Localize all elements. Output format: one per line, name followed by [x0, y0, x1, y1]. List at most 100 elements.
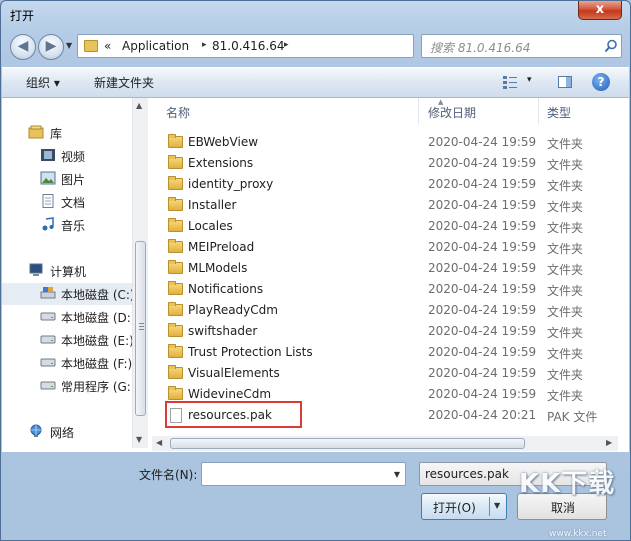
horizontal-scroll-thumb[interactable]	[170, 438, 525, 449]
chevron-down-icon[interactable]: ▼	[394, 470, 400, 479]
file-row[interactable]: MEIPreload 2020-04-24 19:59 文件夹	[151, 237, 629, 258]
nav-pictures[interactable]: 图片	[2, 168, 132, 190]
search-icon[interactable]	[604, 39, 618, 53]
folder-icon	[168, 239, 183, 253]
file-type: 文件夹	[547, 221, 584, 235]
file-row[interactable]: MLModels 2020-04-24 19:59 文件夹	[151, 258, 629, 279]
file-row[interactable]: EBWebView 2020-04-24 19:59 文件夹	[151, 132, 629, 153]
file-row[interactable]: VisualElements 2020-04-24 19:59 文件夹	[151, 363, 629, 384]
nav-label: 视频	[61, 150, 86, 164]
nav-library[interactable]: 库	[2, 122, 132, 144]
file-date: 2020-04-24 19:59	[428, 219, 537, 233]
file-date: 2020-04-24 19:59	[428, 387, 537, 401]
file-type: 文件夹	[547, 368, 584, 382]
column-divider[interactable]	[418, 98, 419, 124]
file-name: WidevineCdm	[188, 387, 272, 401]
file-name: Extensions	[188, 156, 254, 170]
breadcrumb-overflow[interactable]: «	[104, 39, 111, 53]
folder-icon	[168, 134, 183, 148]
preview-pane-icon[interactable]	[557, 74, 573, 90]
file-row[interactable]: Extensions 2020-04-24 19:59 文件夹	[151, 153, 629, 174]
file-date: 2020-04-24 19:59	[428, 240, 537, 254]
address-bar[interactable]: « Application ▸ 81.0.416.64 ▸ ▼ ⇄	[77, 34, 483, 58]
content-area: 库 视频 图片 文档 音乐 计算机 本地磁盘 (C:) 本地磁盘 (D:) 本地…	[2, 98, 629, 452]
file-row[interactable]: Locales 2020-04-24 19:59 文件夹	[151, 216, 629, 237]
nav-video[interactable]: 视频	[2, 145, 132, 167]
nav-label: 本地磁盘 (C:)	[61, 288, 135, 302]
scroll-down-icon[interactable]: ▼	[136, 435, 142, 444]
file-row[interactable]: PlayReadyCdm 2020-04-24 19:59 文件夹	[151, 300, 629, 321]
file-date: 2020-04-24 19:59	[428, 366, 537, 380]
chevron-right-icon[interactable]: ▸	[202, 40, 207, 50]
nav-drive-e[interactable]: 本地磁盘 (E:)	[2, 329, 134, 351]
video-icon	[41, 149, 55, 161]
recent-locations-dropdown-icon[interactable]: ▼	[66, 41, 72, 50]
file-row[interactable]: identity_proxy 2020-04-24 19:59 文件夹	[151, 174, 629, 195]
nav-drive-d[interactable]: 本地磁盘 (D:)	[2, 306, 135, 328]
breadcrumb-application[interactable]: Application	[122, 39, 189, 53]
open-options-dropdown-icon[interactable]: ▼	[494, 501, 500, 510]
column-header-name[interactable]: 名称	[166, 98, 416, 124]
scroll-up-icon[interactable]: ▲	[136, 101, 142, 110]
file-type: 文件夹	[547, 137, 584, 151]
nav-label: 音乐	[61, 219, 86, 233]
nav-label: 常用程序 (G:)	[61, 380, 136, 394]
file-date: 2020-04-24 19:59	[428, 282, 537, 296]
nav-label: 图片	[61, 173, 86, 187]
chevron-right-icon[interactable]: ▸	[284, 40, 289, 50]
close-button[interactable]: x	[578, 1, 622, 20]
back-button[interactable]: ◀	[10, 34, 36, 60]
file-row[interactable]: Notifications 2020-04-24 19:59 文件夹	[151, 279, 629, 300]
nav-music[interactable]: 音乐	[2, 214, 132, 236]
column-header-type[interactable]: 类型	[547, 98, 617, 124]
search-input[interactable]: 搜索 81.0.416.64	[421, 34, 622, 58]
open-label: 打开(O)	[433, 501, 476, 515]
file-row[interactable]: Trust Protection Lists 2020-04-24 19:59 文件…	[151, 342, 629, 363]
nav-computer[interactable]: 计算机	[2, 260, 132, 282]
folder-icon	[168, 323, 183, 337]
column-header-date[interactable]: 修改日期	[428, 98, 538, 124]
file-type: 文件夹	[547, 347, 584, 361]
scroll-right-icon[interactable]: ▶	[606, 438, 612, 447]
nav-vertical-scrollbar[interactable]: ▲ ▼	[132, 98, 148, 448]
nav-network[interactable]: 网络	[2, 421, 132, 443]
file-name: PlayReadyCdm	[188, 303, 278, 317]
column-label: 修改日期	[428, 106, 477, 120]
new-folder-button[interactable]: 新建文件夹	[94, 74, 154, 91]
open-button[interactable]: 打开(O) ▼	[421, 493, 507, 520]
nav-label: 本地磁盘 (F:)	[61, 357, 133, 371]
organize-menu[interactable]: 组织 ▾	[26, 74, 60, 91]
drive-icon	[40, 335, 56, 344]
file-row[interactable]: Installer 2020-04-24 19:59 文件夹	[151, 195, 629, 216]
filename-field[interactable]: ▼	[201, 462, 406, 486]
nav-drive-f[interactable]: 本地磁盘 (F:)	[2, 352, 132, 374]
help-icon[interactable]: ?	[592, 73, 610, 91]
view-options-dropdown[interactable]: ▾	[527, 75, 532, 85]
breadcrumb-version[interactable]: 81.0.416.64	[212, 39, 285, 53]
file-type: PAK 文件	[547, 410, 598, 424]
nav-documents[interactable]: 文档	[2, 191, 132, 213]
column-divider[interactable]	[538, 98, 539, 124]
drive-icon	[40, 312, 56, 321]
file-type: 文件夹	[547, 242, 584, 256]
filetype-value: resources.pak	[425, 467, 509, 481]
file-type: 文件夹	[547, 263, 584, 277]
scroll-left-icon[interactable]: ◀	[156, 438, 162, 447]
filename-label: 文件名(N):	[139, 468, 198, 482]
file-type: 文件夹	[547, 158, 584, 172]
watermark-url: www.kkx.net	[549, 529, 607, 539]
scroll-thumb[interactable]	[135, 241, 146, 416]
nav-drive-g[interactable]: 常用程序 (G:)	[2, 375, 136, 397]
file-row[interactable]: swiftshader 2020-04-24 19:59 文件夹	[151, 321, 629, 342]
grip-line	[139, 329, 144, 330]
horizontal-scrollbar[interactable]: ◀ ▶	[152, 436, 618, 451]
drive-c-icon	[40, 287, 56, 299]
back-arrow-icon: ◀	[17, 38, 29, 54]
file-type: 文件夹	[547, 389, 584, 403]
view-list-icon[interactable]	[502, 74, 518, 90]
title-bar[interactable]: 打开 x	[1, 1, 630, 27]
nav-label: 计算机	[50, 265, 87, 279]
open-file-dialog: 打开 x ◀ ▶ ▼ « Application ▸ 81.0.416.64 ▸…	[0, 0, 631, 541]
nav-drive-c[interactable]: 本地磁盘 (C:)	[2, 283, 135, 305]
forward-button[interactable]: ▶	[38, 34, 64, 60]
